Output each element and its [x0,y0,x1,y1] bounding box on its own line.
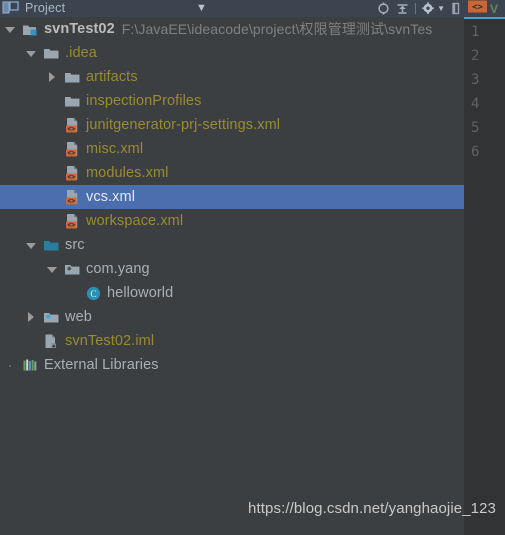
svg-text:<>: <> [472,2,483,12]
java-class-icon: C [85,285,102,302]
chevron-down-icon[interactable]: ▼ [196,2,207,14]
idea-project-window: Project ▼ ▼ svnTest02 F:\JavaEE\ideacode… [0,0,505,535]
toolwindow-actions: ▼ [377,0,462,17]
tree-row-label: src [65,237,85,253]
toolwindow-title: Project [25,0,66,15]
tree-row[interactable]: <> modules.xml [0,161,464,185]
line-number: 3 [471,72,480,88]
xml-file-icon: <> [64,189,81,206]
project-path-label: F:\JavaEE\ideacode\project\权限管理测试\svnTes [121,21,433,37]
collapse-all-icon[interactable] [396,2,409,15]
twisty-collapsed-icon[interactable] [46,71,59,84]
locate-target-icon[interactable] [377,2,390,15]
hide-panel-icon[interactable] [451,2,462,15]
tree-row-label: svnTest02.iml [65,333,155,349]
twisty-expanded-icon[interactable] [25,239,38,252]
tree-row-label: External Libraries [44,357,159,373]
twisty-expanded-icon[interactable] [4,23,17,36]
watermark-url: https://blog.csdn.net/yanghaojie_123 [248,500,496,517]
tree-row-label: .idea [65,45,97,61]
tree-row[interactable]: <> vcs.xml [0,185,464,209]
tree-row-label: workspace.xml [86,213,184,229]
tree-row[interactable]: web [0,305,464,329]
xml-file-icon: <> [64,117,81,134]
tree-row-label: modules.xml [86,165,169,181]
tree-row[interactable]: <> workspace.xml [0,209,464,233]
tree-row[interactable]: <> junitgenerator-prj-settings.xml [0,113,464,137]
tree-row[interactable]: svnTest02 F:\JavaEE\ideacode\project\权限管理… [0,17,464,41]
line-number: 1 [471,24,480,40]
project-tree[interactable]: svnTest02 F:\JavaEE\ideacode\project\权限管理… [0,17,464,535]
twisty-leaf-dot-icon [4,359,17,372]
tree-row[interactable]: svnTest02.iml [0,329,464,353]
external-libraries-icon [22,357,39,374]
tree-row-label: vcs.xml [86,189,136,205]
tree-row[interactable]: inspectionProfiles [0,89,464,113]
gear-dropdown-chevron-icon[interactable]: ▼ [437,4,445,13]
module-icon [22,21,39,38]
tree-row[interactable]: External Libraries [0,353,464,377]
xml-file-icon: <> [468,0,488,17]
folder-web-icon [43,309,60,326]
editor-tab-strip[interactable]: <> V [464,0,505,17]
tree-row[interactable]: .idea [0,41,464,65]
twisty-collapsed-icon[interactable] [25,311,38,324]
project-view-icon [2,0,20,17]
tree-row[interactable]: Chelloworld [0,281,464,305]
iml-file-icon [43,333,60,350]
svg-text:<>: <> [67,149,75,157]
project-toolwindow-header: Project ▼ ▼ [0,0,464,17]
twisty-expanded-icon[interactable] [25,47,38,60]
toolbar-divider [415,3,417,14]
svg-text:<>: <> [67,173,75,181]
xml-file-icon: <> [64,165,81,182]
tree-row-label: svnTest02 [44,21,115,37]
tree-row-label: junitgenerator-prj-settings.xml [86,117,281,133]
tree-row-label: helloworld [107,285,174,301]
line-number: 5 [471,120,480,136]
line-number: 6 [471,144,480,160]
editor-gutter: <> V 1 2 3 4 5 6 [464,0,505,535]
toolwindow-title-group[interactable]: Project [0,0,65,17]
tree-row-label: web [65,309,92,325]
svg-text:<>: <> [67,197,75,205]
xml-file-icon: <> [64,213,81,230]
folder-gray-icon [64,93,81,110]
svg-text:<>: <> [67,221,75,229]
tree-row[interactable]: com.yang [0,257,464,281]
tree-row[interactable]: src [0,233,464,257]
tree-row-label: inspectionProfiles [86,93,202,109]
svg-text:C: C [90,290,96,300]
folder-gray-icon [43,45,60,62]
editor-tab-label: V [490,1,499,16]
tree-row-label: misc.xml [86,141,144,157]
package-icon [64,261,81,278]
tree-row[interactable]: <> misc.xml [0,137,464,161]
svg-text:<>: <> [67,125,75,133]
tree-row[interactable]: artifacts [0,65,464,89]
line-number: 4 [471,96,480,112]
folder-source-icon [43,237,60,254]
active-tab-underline [464,17,505,19]
folder-gray-icon [64,69,81,86]
twisty-expanded-icon[interactable] [46,263,59,276]
line-number-column: 1 2 3 4 5 6 [464,20,505,164]
xml-file-icon: <> [64,141,81,158]
line-number: 2 [471,48,480,64]
tree-row-label: artifacts [86,69,138,85]
settings-gear-icon[interactable] [422,2,436,15]
tree-row-label: com.yang [86,261,150,277]
